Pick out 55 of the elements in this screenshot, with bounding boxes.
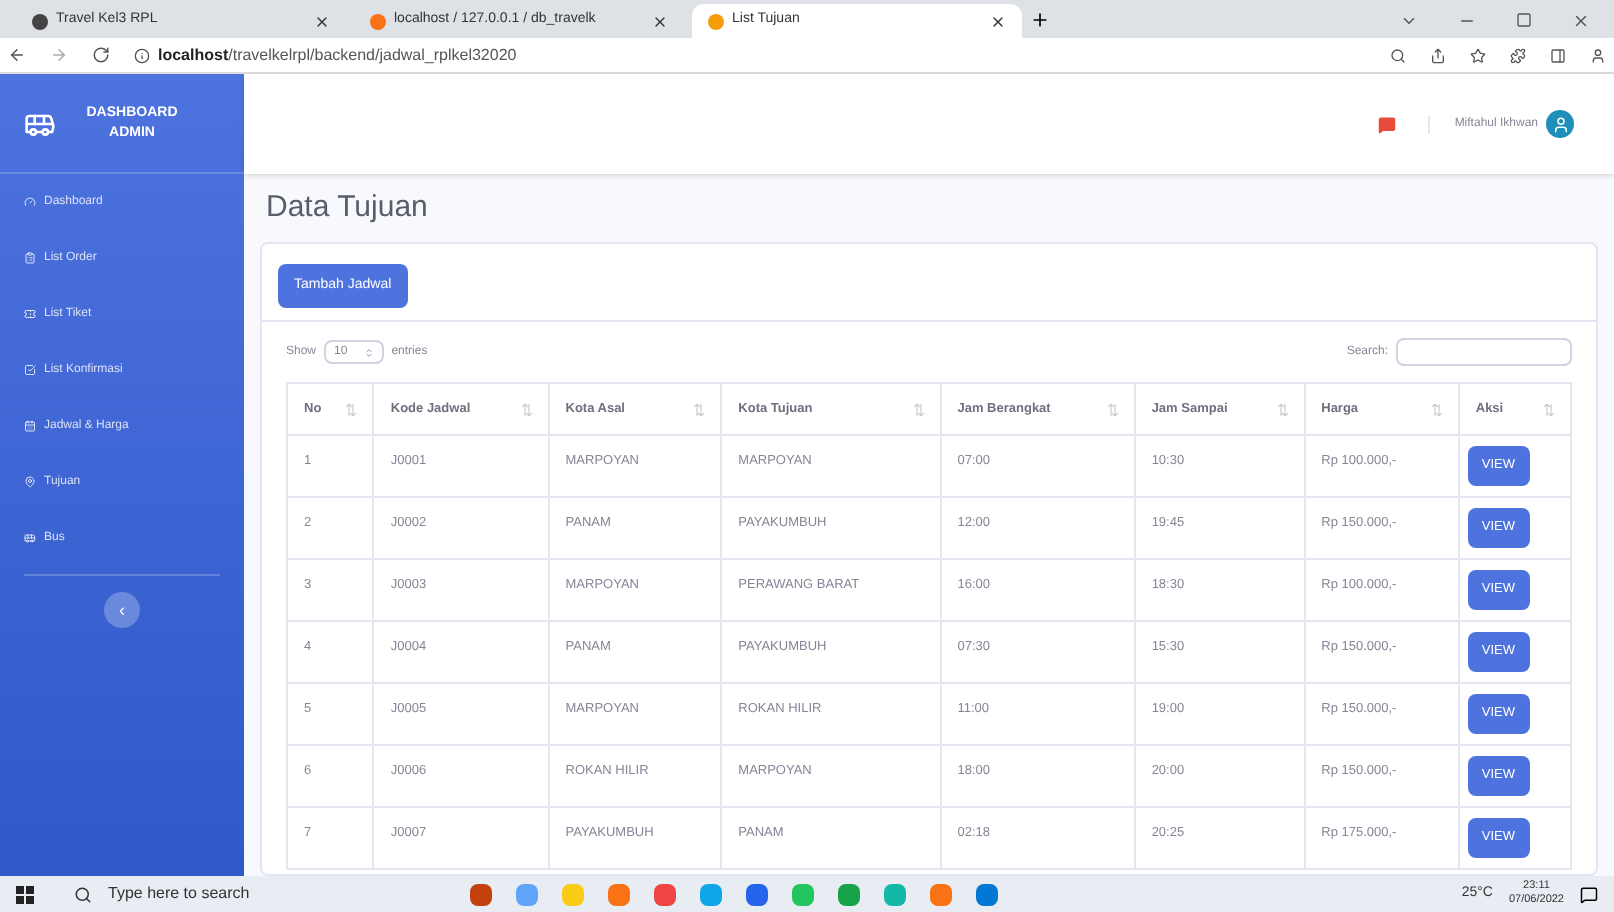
message-icon[interactable]: [1378, 115, 1397, 133]
notification-icon[interactable]: [1580, 885, 1598, 903]
puzzle-icon[interactable]: [1510, 47, 1526, 63]
profile-icon[interactable]: [1590, 47, 1606, 63]
url-text[interactable]: localhost/travelkelrpl/backend/jadwal_rplkel32020: [158, 43, 1366, 67]
app-icon[interactable]: [608, 883, 630, 905]
close-icon[interactable]: [1572, 12, 1590, 30]
search-icon: [74, 885, 92, 903]
bus-icon: [24, 532, 36, 544]
close-icon[interactable]: [990, 13, 1006, 29]
sort-icon: [1277, 403, 1288, 415]
avatar-icon[interactable]: [1546, 110, 1574, 138]
checkbox-icon: [24, 364, 36, 376]
forward-icon[interactable]: [50, 46, 68, 64]
favicon-icon: [32, 13, 48, 29]
close-icon[interactable]: [314, 13, 330, 29]
sort-icon: [1107, 403, 1118, 415]
chevron-icon[interactable]: [1400, 12, 1418, 30]
calendar-icon: [24, 420, 36, 432]
page-title: Data Tujuan: [266, 188, 430, 228]
sort-icon: [1544, 403, 1554, 415]
sort-icon: [346, 403, 357, 415]
app-icon[interactable]: [930, 883, 952, 905]
clipboard-icon: [24, 252, 36, 264]
search-field[interactable]: Type here to search: [74, 882, 374, 906]
new-tab-icon[interactable]: [1030, 10, 1050, 30]
app-icon[interactable]: [700, 883, 722, 905]
zoom-icon[interactable]: [1390, 47, 1406, 63]
search-placeholder: Type here to search: [108, 882, 250, 906]
search-field[interactable]: [1396, 338, 1572, 366]
sort-icon: [694, 403, 705, 415]
info-icon: [134, 47, 150, 63]
sort-icon: [521, 403, 532, 415]
windows-icon[interactable]: [16, 885, 34, 903]
app-icon[interactable]: [470, 883, 492, 905]
close-icon[interactable]: [652, 13, 668, 29]
sort-icon: [1431, 403, 1442, 415]
panel-icon[interactable]: [1550, 47, 1566, 63]
star-icon[interactable]: [1470, 47, 1486, 63]
reload-icon[interactable]: [92, 46, 110, 64]
share-icon[interactable]: [1430, 47, 1446, 63]
sort-icon: [913, 403, 924, 415]
app-icon[interactable]: [976, 883, 998, 905]
gauge-icon: [24, 196, 36, 208]
ticket-icon: [24, 308, 36, 320]
favicon-icon: [370, 13, 386, 29]
app-icon[interactable]: [746, 883, 768, 905]
updown-icon: [363, 347, 374, 357]
favicon-icon: [708, 13, 724, 29]
app-icon[interactable]: [838, 883, 860, 905]
restore-icon[interactable]: [1516, 12, 1532, 28]
back-icon[interactable]: [8, 46, 26, 64]
app-icon[interactable]: [654, 883, 676, 905]
pin-icon: [24, 476, 36, 488]
collapse-button[interactable]: ‹: [104, 592, 140, 628]
